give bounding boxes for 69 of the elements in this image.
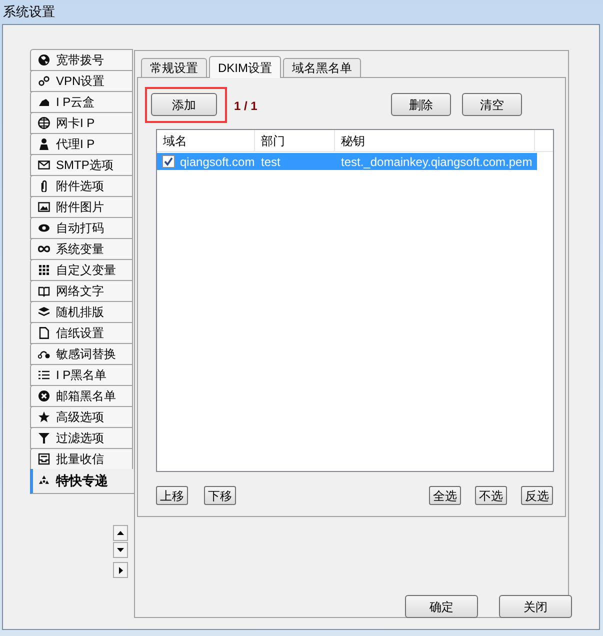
scroll-right-button[interactable] bbox=[113, 562, 128, 578]
person-icon bbox=[38, 138, 50, 150]
table-cell-text: qiangsoft.com bbox=[179, 154, 255, 170]
sidebar-tab[interactable]: 附件选项 bbox=[30, 175, 133, 197]
star-icon bbox=[38, 411, 50, 423]
sidebar-tab[interactable]: 网络文字 bbox=[30, 280, 133, 302]
tab[interactable]: DKIM设置 bbox=[209, 56, 281, 78]
column-header[interactable]: 秘钥 bbox=[335, 130, 535, 151]
page-counter: 1 / 1 bbox=[234, 98, 258, 115]
sidebar-tab[interactable]: 敏感词替换 bbox=[30, 343, 133, 365]
right-arrow-icon bbox=[118, 566, 122, 574]
down-arrow-icon bbox=[117, 548, 124, 552]
link-icon bbox=[38, 75, 50, 87]
nodes-icon bbox=[38, 348, 50, 360]
sidebar-tab[interactable]: 网卡I P bbox=[30, 112, 133, 134]
infinity-icon bbox=[38, 243, 50, 255]
globe-icon bbox=[38, 54, 50, 66]
sidebar-tab[interactable]: 高级选项 bbox=[30, 406, 133, 428]
sidebar-tab[interactable]: 宽带拨号 bbox=[30, 49, 133, 71]
x-circle-icon bbox=[38, 390, 50, 402]
sidebar-tab[interactable]: I P云盒 bbox=[30, 91, 133, 113]
sidebar-tab[interactable]: VPN设置 bbox=[30, 70, 133, 92]
inbox-icon bbox=[38, 453, 50, 465]
sidebar-tab[interactable]: 批量收信 bbox=[30, 448, 133, 470]
list-button[interactable]: 全选 bbox=[429, 486, 461, 505]
radiation-icon bbox=[38, 475, 50, 487]
list-button[interactable]: 下移 bbox=[204, 486, 236, 505]
list-icon bbox=[38, 369, 50, 381]
list-button[interactable]: 反选 bbox=[521, 486, 553, 505]
funnel-icon bbox=[38, 432, 50, 444]
tab[interactable]: 域名黑名单 bbox=[283, 58, 361, 77]
envelope-icon bbox=[38, 159, 50, 171]
book-icon bbox=[38, 285, 50, 297]
column-header[interactable]: 部门 bbox=[255, 130, 335, 151]
scroll-up-button[interactable] bbox=[113, 525, 128, 541]
sidebar-tab[interactable]: 邮箱黑名单 bbox=[30, 385, 133, 407]
dialog-button[interactable]: 确定 bbox=[405, 595, 478, 618]
up-arrow-icon bbox=[117, 531, 124, 535]
list-button[interactable]: 不选 bbox=[475, 486, 507, 505]
table-cell-text: test._domainkey.qiangsoft.com.pem bbox=[340, 154, 534, 170]
window-title: 系统设置 bbox=[3, 3, 55, 22]
image-icon bbox=[38, 201, 50, 213]
sidebar-tab[interactable]: 自动打码 bbox=[30, 217, 133, 239]
tab[interactable]: 常规设置 bbox=[141, 58, 207, 77]
table-cell-text: test bbox=[260, 154, 282, 170]
delete-button[interactable]: 删除 bbox=[391, 93, 451, 116]
sidebar-tab[interactable]: SMTP选项 bbox=[30, 154, 133, 176]
add-button[interactable]: 添加 bbox=[151, 93, 217, 116]
globe-icon bbox=[38, 117, 50, 129]
grid-icon bbox=[38, 264, 50, 276]
checkmark-icon bbox=[164, 157, 173, 166]
scroll-down-button[interactable] bbox=[113, 542, 128, 558]
sidebar-tab[interactable]: 附件图片 bbox=[30, 196, 133, 218]
dialog-button[interactable]: 关闭 bbox=[499, 595, 572, 618]
sidebar-tab[interactable]: 代理I P bbox=[30, 133, 133, 155]
layers-icon bbox=[38, 306, 50, 318]
sidebar-tab[interactable]: 过滤选项 bbox=[30, 427, 133, 449]
sidebar-tab[interactable]: 信纸设置 bbox=[30, 322, 133, 344]
sidebar-tab[interactable]: 随机排版 bbox=[30, 301, 133, 323]
eye-icon bbox=[38, 222, 50, 234]
sidebar-tab[interactable]: I P黑名单 bbox=[30, 364, 133, 386]
sidebar-tab[interactable]: 系统变量 bbox=[30, 238, 133, 260]
clear-button[interactable]: 清空 bbox=[462, 93, 522, 116]
row-checkbox[interactable] bbox=[162, 155, 175, 168]
column-header[interactable]: 域名 bbox=[157, 130, 255, 151]
list-button[interactable]: 上移 bbox=[156, 486, 188, 505]
sidebar-tab[interactable]: 自定义变量 bbox=[30, 259, 133, 281]
document-icon bbox=[38, 327, 50, 339]
sidebar-tab[interactable]: 特快专递 bbox=[30, 469, 134, 494]
